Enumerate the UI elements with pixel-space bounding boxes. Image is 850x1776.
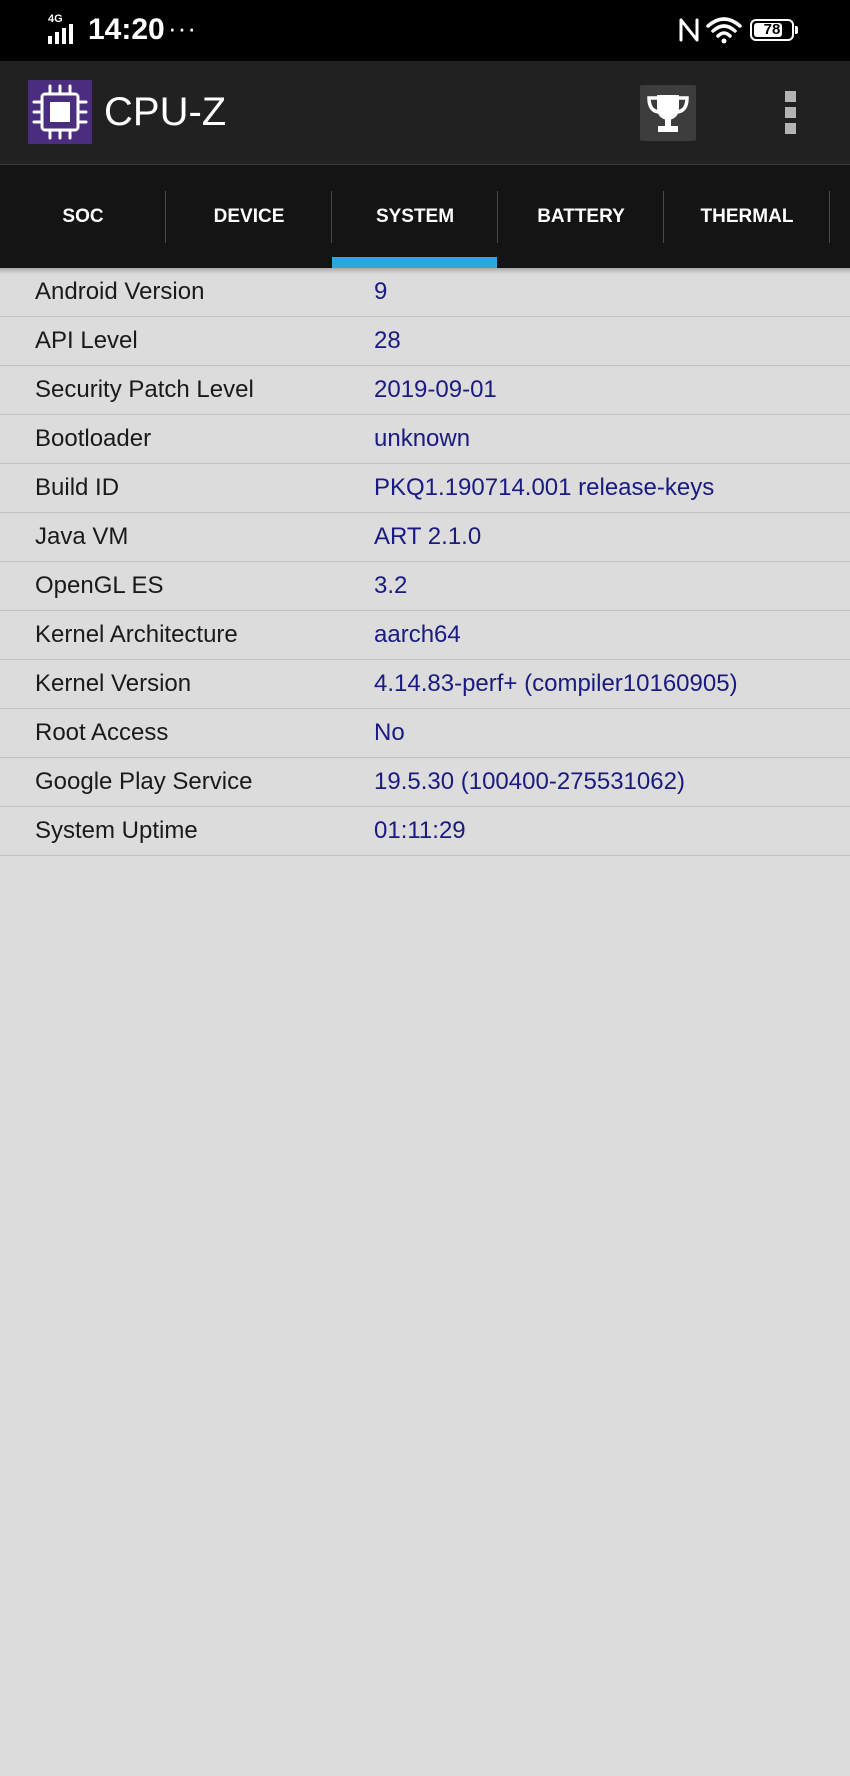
system-info-list: Android Version 9 API Level 28 Security … [0, 268, 850, 856]
battery-icon: 78 [750, 19, 798, 41]
info-row-build-id: Build ID PKQ1.190714.001 release-keys [0, 464, 850, 513]
info-value: 28 [374, 327, 401, 354]
status-bar: 4G 14:20 ··· 78 [0, 0, 850, 61]
menu-dot [785, 91, 796, 102]
info-row-security-patch-level: Security Patch Level 2019-09-01 [0, 366, 850, 415]
tab-soc[interactable]: SOC [0, 165, 166, 268]
cellular-signal-icon: 4G [48, 14, 80, 44]
more-notifications-icon: ··· [168, 13, 197, 43]
app-title: CPU-Z [104, 90, 227, 134]
overflow-menu-button[interactable] [770, 85, 810, 141]
info-value: 3.2 [374, 572, 408, 599]
info-label: Build ID [35, 474, 120, 501]
info-value: PKQ1.190714.001 release-keys [374, 474, 715, 501]
status-clock: 14:20 [88, 13, 165, 46]
info-label: Kernel Version [35, 670, 192, 697]
tab-system[interactable]: SYSTEM [332, 165, 498, 268]
info-value: unknown [374, 425, 471, 452]
info-value: No [374, 719, 405, 746]
tab-device[interactable]: DEVICE [166, 165, 332, 268]
tab-divider [331, 191, 332, 243]
info-value: 01:11:29 [374, 817, 466, 844]
info-label: Android Version [35, 278, 205, 305]
info-value: 2019-09-01 [374, 376, 497, 403]
info-row-google-play-service: Google Play Service 19.5.30 (100400-2755… [0, 758, 850, 807]
info-label: Java VM [35, 523, 129, 550]
signal-bar [48, 36, 52, 44]
benchmark-button[interactable] [640, 85, 696, 141]
info-row-bootloader: Bootloader unknown [0, 415, 850, 464]
info-row-root-access: Root Access No [0, 709, 850, 758]
info-row-api-level: API Level 28 [0, 317, 850, 366]
info-row-kernel-version: Kernel Version 4.14.83-perf+ (compiler10… [0, 660, 850, 709]
menu-dot [785, 123, 796, 134]
info-label: Root Access [35, 719, 169, 746]
tab-battery[interactable]: BATTERY [498, 165, 664, 268]
info-value: ART 2.1.0 [374, 523, 482, 550]
info-label: API Level [35, 327, 138, 354]
tab-divider [497, 191, 498, 243]
tab-thermal[interactable]: THERMAL [664, 165, 830, 268]
tab-bar: SOC DEVICE SYSTEM BATTERY THERMAL [0, 165, 850, 268]
tab-bar-shadow [0, 268, 850, 274]
info-row-kernel-architecture: Kernel Architecture aarch64 [0, 611, 850, 660]
info-row-java-vm: Java VM ART 2.1.0 [0, 513, 850, 562]
info-row-system-uptime: System Uptime 01:11:29 [0, 807, 850, 856]
wifi-icon [706, 17, 742, 44]
info-label: Bootloader [35, 425, 152, 452]
nfc-icon [679, 18, 699, 42]
menu-dot [785, 107, 796, 118]
cpu-chip-icon [28, 80, 92, 144]
network-type-label: 4G [48, 13, 63, 25]
info-value: aarch64 [374, 621, 461, 648]
signal-bar [55, 32, 59, 44]
info-label: Google Play Service [35, 768, 253, 795]
signal-bar [69, 24, 73, 44]
active-tab-indicator [332, 257, 497, 268]
info-row-opengl-es: OpenGL ES 3.2 [0, 562, 850, 611]
info-label: OpenGL ES [35, 572, 164, 599]
info-value: 9 [374, 278, 388, 305]
trophy-icon [647, 95, 689, 132]
signal-bar [62, 28, 66, 44]
info-label: Security Patch Level [35, 376, 254, 403]
info-value: 4.14.83-perf+ (compiler10160905) [374, 670, 738, 697]
app-bar: CPU-Z [0, 61, 850, 165]
info-label: Kernel Architecture [35, 621, 238, 648]
tab-divider [165, 191, 166, 243]
battery-percent: 78 [763, 21, 781, 38]
info-value: 19.5.30 (100400-275531062) [374, 768, 685, 795]
info-label: System Uptime [35, 817, 198, 844]
tab-divider [829, 191, 830, 243]
info-row-android-version: Android Version 9 [0, 268, 850, 317]
tab-divider [663, 191, 664, 243]
